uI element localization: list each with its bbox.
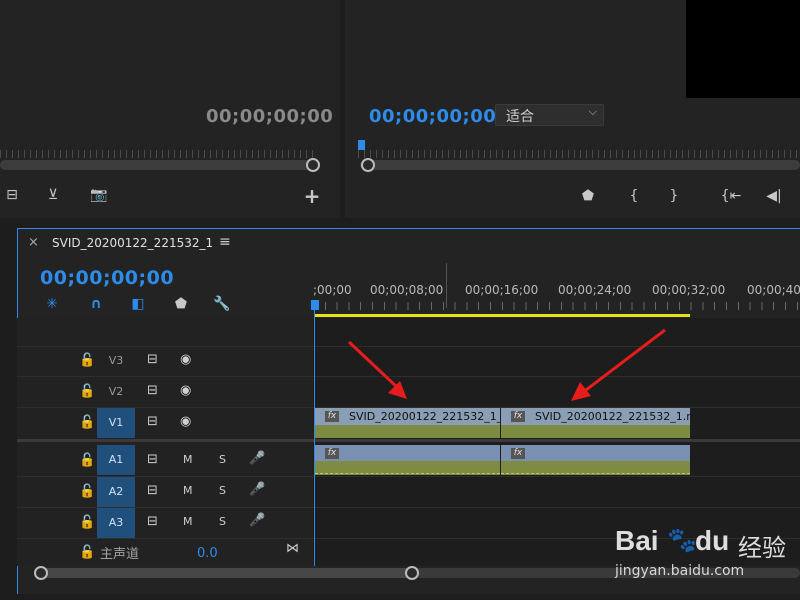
- baidu-watermark: Bai 🐾 du 经验 jingyan.baidu.com: [615, 520, 800, 584]
- arrow-left-shaft: [347, 340, 400, 390]
- arrow-right-shaft: [585, 328, 666, 392]
- annotation-arrows: [347, 328, 666, 401]
- zoom-handle-left[interactable]: [34, 566, 48, 580]
- watermark-url: jingyan.baidu.com: [615, 563, 745, 579]
- zoom-handle-right[interactable]: [405, 566, 419, 580]
- watermark-brand-cn: 经验: [738, 534, 786, 562]
- watermark-brand: Bai: [615, 525, 659, 556]
- paw-icon: 🐾: [667, 526, 697, 554]
- arrow-right-head: [571, 382, 591, 401]
- arrow-left-head: [388, 381, 407, 399]
- timeline-zoom-bar[interactable]: [38, 568, 412, 578]
- watermark-brand-2: du: [695, 525, 730, 556]
